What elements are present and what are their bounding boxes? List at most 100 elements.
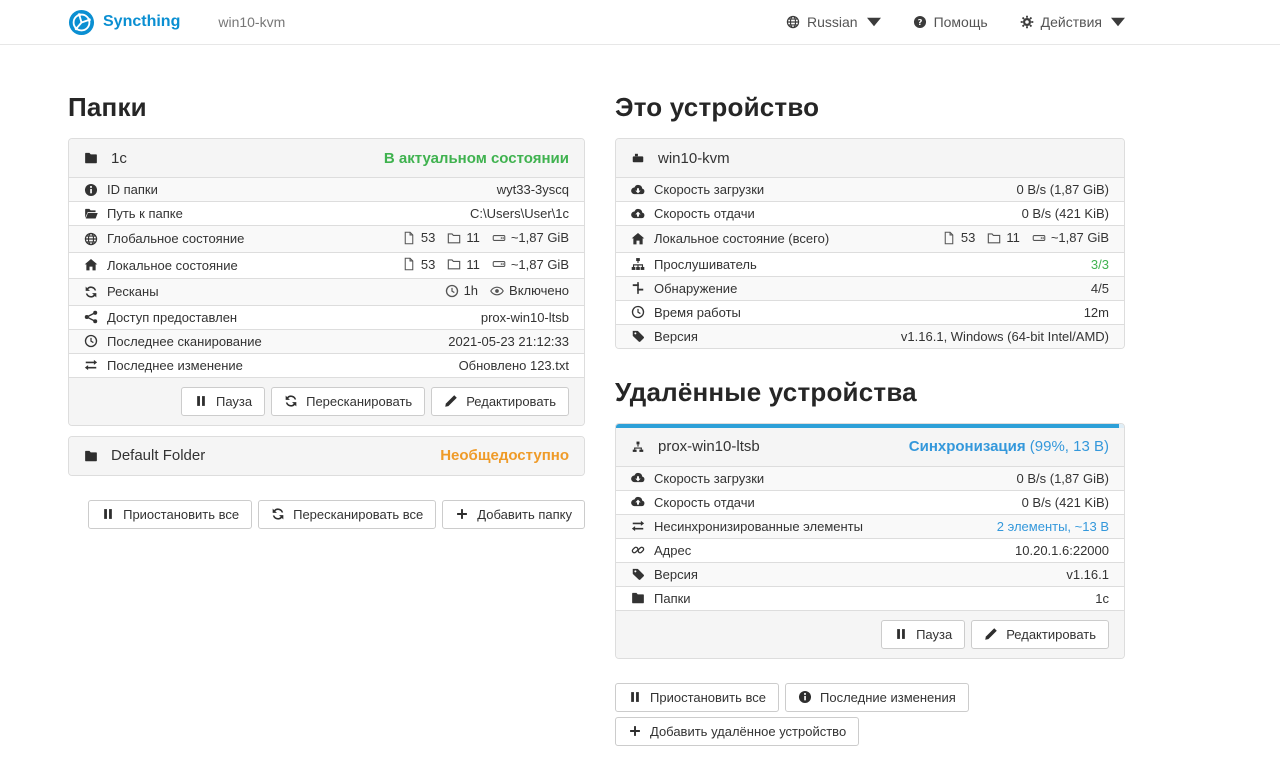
nav-item-label: Действия bbox=[1041, 14, 1102, 30]
tag-icon bbox=[631, 329, 645, 343]
device-name-title: win10-kvm bbox=[218, 14, 285, 30]
rescan-folder-button[interactable]: Пересканировать bbox=[271, 387, 425, 416]
pause-icon bbox=[194, 394, 208, 408]
folder-title: 1c bbox=[111, 150, 127, 167]
cloud-up-icon bbox=[631, 495, 645, 509]
actions-dropdown[interactable]: Действия bbox=[1020, 14, 1125, 30]
table-row: ID папкиwyt33-3yscq bbox=[69, 178, 584, 202]
row-value-seg[interactable]: 2 элементы, ~13 B bbox=[997, 519, 1109, 534]
sitemap-icon bbox=[631, 257, 645, 271]
hdd-icon bbox=[492, 231, 506, 245]
button-label: Приостановить все bbox=[650, 690, 766, 705]
remote-device-title: prox-win10-ltsb bbox=[658, 438, 760, 455]
folders-actions-row: Приостановить все Пересканировать всеДоба… bbox=[68, 500, 585, 529]
edit-device-button[interactable]: Редактировать bbox=[971, 620, 1109, 649]
row-value: 5311~1,87 GiB bbox=[865, 226, 1124, 253]
edit-folder-button[interactable]: Редактировать bbox=[431, 387, 569, 416]
row-value: prox-win10-ltsb bbox=[333, 305, 584, 329]
button-label: Приостановить все bbox=[123, 507, 239, 522]
add-folder-button[interactable]: Добавить папку bbox=[442, 500, 585, 529]
table-row: Время работы12m bbox=[616, 300, 1124, 324]
folder-o-icon bbox=[447, 257, 461, 271]
folder-icon bbox=[84, 449, 98, 463]
cloud-down-icon bbox=[631, 471, 645, 485]
row-label: Глобальное состояние bbox=[107, 231, 244, 246]
help-item[interactable]: ?Помощь bbox=[913, 14, 988, 30]
navbar-menu: Russian ?Помощь Действия bbox=[786, 14, 1125, 30]
table-row: Последнее изменениеОбновлено 123.txt bbox=[69, 353, 584, 377]
row-value-seg: wyt33-3yscq bbox=[497, 182, 569, 197]
pause-folder-button[interactable]: Пауза bbox=[181, 387, 265, 416]
button-label: Последние изменения bbox=[820, 690, 956, 705]
svg-text:?: ? bbox=[917, 17, 922, 27]
recent-changes-button[interactable]: Последние изменения bbox=[785, 683, 969, 712]
row-value: 12m bbox=[865, 300, 1124, 324]
info-icon bbox=[84, 183, 98, 197]
nav-item-label: Russian bbox=[807, 14, 858, 30]
row-value-seg: 1c bbox=[1095, 591, 1109, 606]
hdd-icon bbox=[1032, 231, 1046, 245]
chevron-down-icon bbox=[1111, 15, 1125, 29]
folder-status: Необщедоступно bbox=[440, 447, 569, 464]
row-value: 4/5 bbox=[865, 276, 1124, 300]
rescan-all-folders-button[interactable]: Пересканировать все bbox=[258, 500, 436, 529]
row-label: Версия bbox=[654, 567, 698, 582]
remote-devices-heading: Удалённые устройства bbox=[615, 377, 1125, 408]
row-label: Последнее сканирование bbox=[107, 334, 262, 349]
table-row: Скорость загрузки0 B/s (1,87 GiB) bbox=[616, 178, 1124, 202]
pause-device-button[interactable]: Пауза bbox=[881, 620, 965, 649]
table-row: Папки1c bbox=[616, 586, 1124, 610]
devices-column: Это устройство win10-kvm Скорость загруз… bbox=[615, 45, 1125, 746]
file-icon bbox=[942, 231, 956, 245]
row-value-seg: 0 B/s (421 KiB) bbox=[1022, 206, 1109, 221]
folder-icon bbox=[84, 151, 98, 165]
language-dropdown[interactable]: Russian bbox=[786, 14, 881, 30]
default-folder-panel: Default Folder Необщедоступно bbox=[68, 436, 585, 476]
row-value-seg: ~1,87 GiB bbox=[492, 257, 569, 272]
row-label: Скорость загрузки bbox=[654, 182, 764, 197]
row-value: Обновлено 123.txt bbox=[333, 353, 584, 377]
globe-icon bbox=[84, 232, 98, 246]
row-value-seg: 4/5 bbox=[1091, 281, 1109, 296]
folders-column: Папки 1c В актуальном состоянии ID папки… bbox=[68, 45, 585, 746]
row-value-seg: 53 bbox=[402, 257, 435, 272]
button-label: Пауза bbox=[916, 627, 952, 642]
syncthing-brand[interactable]: Syncthing bbox=[68, 9, 180, 36]
refresh-icon bbox=[271, 507, 285, 521]
pencil-icon bbox=[984, 627, 998, 641]
row-value-seg: 0 B/s (1,87 GiB) bbox=[1017, 471, 1109, 486]
row-value-seg: 53 bbox=[402, 230, 435, 245]
table-row: Последнее сканирование2021-05-23 21:12:3… bbox=[69, 329, 584, 353]
device-title: win10-kvm bbox=[658, 150, 730, 167]
tag-icon bbox=[631, 567, 645, 581]
this-device-heading: Это устройство bbox=[615, 92, 1125, 123]
table-row: Доступ предоставлен prox-win10-ltsb bbox=[69, 305, 584, 329]
default-folder-panel-heading[interactable]: Default Folder Необщедоступно bbox=[69, 437, 584, 475]
main-content: Папки 1c В актуальном состоянии ID папки… bbox=[0, 45, 1280, 776]
add-remote-device-button[interactable]: Добавить удалённое устройство bbox=[615, 717, 859, 746]
row-value-seg: 10.20.1.6:22000 bbox=[1015, 543, 1109, 558]
row-label: Несинхронизированные элементы bbox=[654, 519, 863, 534]
row-value: v1.16.1 bbox=[945, 562, 1124, 586]
row-value-seg: prox-win10-ltsb bbox=[481, 310, 569, 325]
remote-device-panel-heading[interactable]: prox-win10-ltsb Синхронизация (99%, 13 B… bbox=[616, 428, 1124, 466]
discovery-icon bbox=[631, 281, 645, 295]
row-label: Путь к папке bbox=[107, 206, 183, 221]
this-device-panel-heading[interactable]: win10-kvm bbox=[616, 139, 1124, 177]
button-label: Пересканировать bbox=[306, 394, 412, 409]
pause-all-devices-button[interactable]: Приостановить все bbox=[615, 683, 779, 712]
row-value-seg: Обновлено 123.txt bbox=[459, 358, 569, 373]
pencil-icon bbox=[444, 394, 458, 408]
navbar: Syncthing win10-kvm Russian ?Помощь Действ… bbox=[0, 0, 1280, 45]
row-value-seg: ~1,87 GiB bbox=[1032, 230, 1109, 245]
row-label: Доступ предоставлен bbox=[107, 310, 237, 325]
refresh-icon bbox=[84, 285, 98, 299]
table-row: Глобальное состояние5311~1,87 GiB bbox=[69, 226, 584, 253]
home-icon bbox=[631, 232, 645, 246]
cloud-down-icon bbox=[631, 183, 645, 197]
folder-panel-footer: Пауза Пересканировать Редактировать bbox=[69, 377, 584, 425]
folder-panel-heading[interactable]: 1c В актуальном состоянии bbox=[69, 139, 584, 177]
row-label: Скорость загрузки bbox=[654, 471, 764, 486]
file-icon bbox=[402, 257, 416, 271]
pause-all-folders-button[interactable]: Приостановить все bbox=[88, 500, 252, 529]
